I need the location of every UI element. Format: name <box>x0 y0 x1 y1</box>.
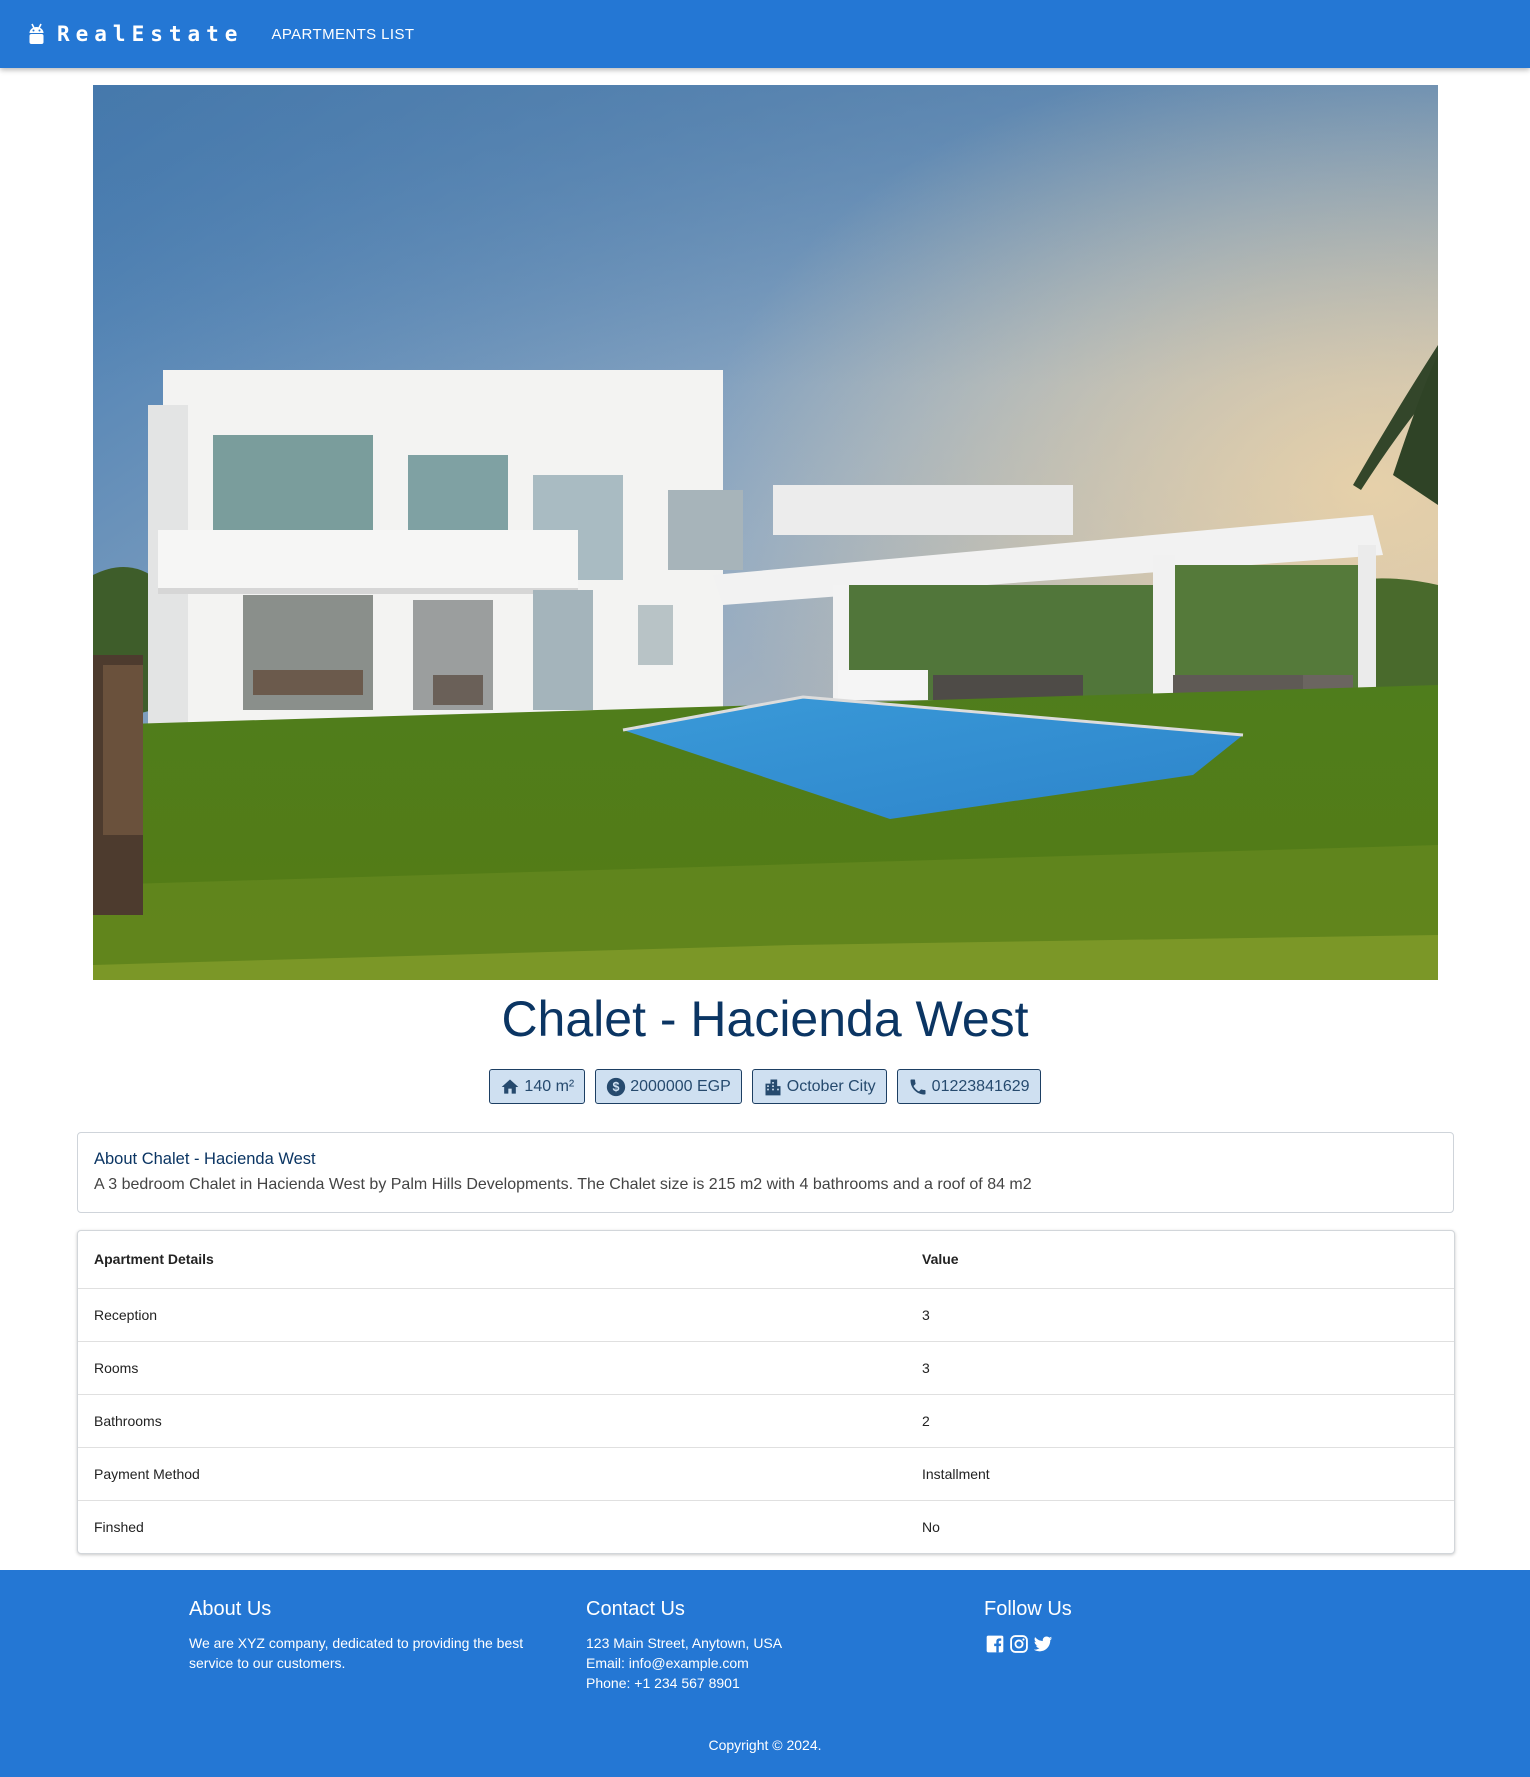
svg-text:$: $ <box>613 1080 620 1094</box>
price-chip-label: 2000000 EGP <box>630 1077 731 1095</box>
footer-contact-email: Email: info@example.com <box>586 1655 749 1671</box>
copyright: Copyright © 2024. <box>708 1737 822 1753</box>
facebook-icon[interactable] <box>984 1633 1006 1655</box>
footer-about-title: About Us <box>189 1598 272 1620</box>
phone-chip[interactable]: 01223841629 <box>896 1069 1041 1104</box>
details-table: Apartment Details Value Reception 3 Room… <box>77 1230 1455 1554</box>
row-label: Finshed <box>94 1518 144 1535</box>
footer-contact-title: Contact Us <box>586 1598 685 1620</box>
social-links <box>984 1633 1072 1655</box>
row-value: Installment <box>907 1447 1454 1501</box>
city-icon <box>765 1079 781 1095</box>
table-row: Payment Method Installment <box>78 1447 1454 1501</box>
footer-contact-phone: Phone: +1 234 567 8901 <box>586 1675 740 1691</box>
row-value: 3 <box>907 1288 1454 1342</box>
dollar-icon: $ <box>607 1077 626 1096</box>
row-value: No <box>922 1518 940 1535</box>
footer-follow-title: Follow Us <box>984 1598 1072 1620</box>
hero-image <box>93 85 1438 980</box>
row-label: Bathrooms <box>78 1394 907 1448</box>
brand[interactable]: RealEstate <box>28 22 243 46</box>
phone-icon <box>910 1079 926 1094</box>
table-row: Rooms 3 <box>78 1341 1454 1395</box>
footer: About Us We are XYZ company, dedicated t… <box>0 1570 1530 1777</box>
table-row: Finshed No <box>78 1500 1454 1553</box>
nav-apartments-list[interactable]: APARTMENTS LIST <box>271 26 414 43</box>
area-chip-label: 140 m² <box>524 1077 575 1095</box>
about-card: About Chalet - Hacienda West A 3 bedroom… <box>77 1132 1454 1213</box>
row-label: Reception <box>78 1288 907 1342</box>
instagram-icon[interactable] <box>1008 1633 1030 1655</box>
home-icon <box>502 1079 519 1094</box>
row-value: 2 <box>907 1394 1454 1448</box>
listing-title: Chalet - Hacienda West <box>501 991 1029 1047</box>
listing-chips: 140 m² $ 2000000 EGP October City 012238… <box>0 1069 1530 1104</box>
table-row: Reception 3 <box>78 1288 1454 1342</box>
price-chip[interactable]: $ 2000000 EGP <box>595 1069 742 1104</box>
column-header-value: Value <box>907 1231 1454 1289</box>
table-header-row: Apartment Details Value <box>78 1231 1454 1289</box>
row-value: 3 <box>907 1341 1454 1395</box>
footer-follow: Follow Us <box>984 1598 1072 1655</box>
table-row: Bathrooms 2 <box>78 1394 1454 1448</box>
app-bar: RealEstate APARTMENTS LIST <box>0 0 1530 68</box>
phone-chip-label: 01223841629 <box>931 1077 1030 1095</box>
footer-contact-address: 123 Main Street, Anytown, USA <box>586 1635 783 1651</box>
brand-name: RealEstate <box>57 22 244 46</box>
android-icon <box>28 22 45 46</box>
row-label: Rooms <box>78 1341 907 1395</box>
area-chip[interactable]: 140 m² <box>489 1069 586 1104</box>
footer-about-text: We are XYZ company, dedicated to providi… <box>189 1635 524 1671</box>
city-chip-label: October City <box>786 1077 876 1095</box>
about-text: A 3 bedroom Chalet in Hacienda West by P… <box>94 1176 1032 1193</box>
footer-about: About Us We are XYZ company, dedicated t… <box>189 1598 549 1673</box>
row-label: Payment Method <box>78 1447 907 1501</box>
about-title: About Chalet - Hacienda West <box>94 1150 316 1168</box>
city-chip[interactable]: October City <box>751 1069 887 1104</box>
footer-contact: Contact Us 123 Main Street, Anytown, USA… <box>586 1598 782 1693</box>
column-header-details: Apartment Details <box>78 1231 907 1289</box>
twitter-icon[interactable] <box>1032 1633 1054 1655</box>
